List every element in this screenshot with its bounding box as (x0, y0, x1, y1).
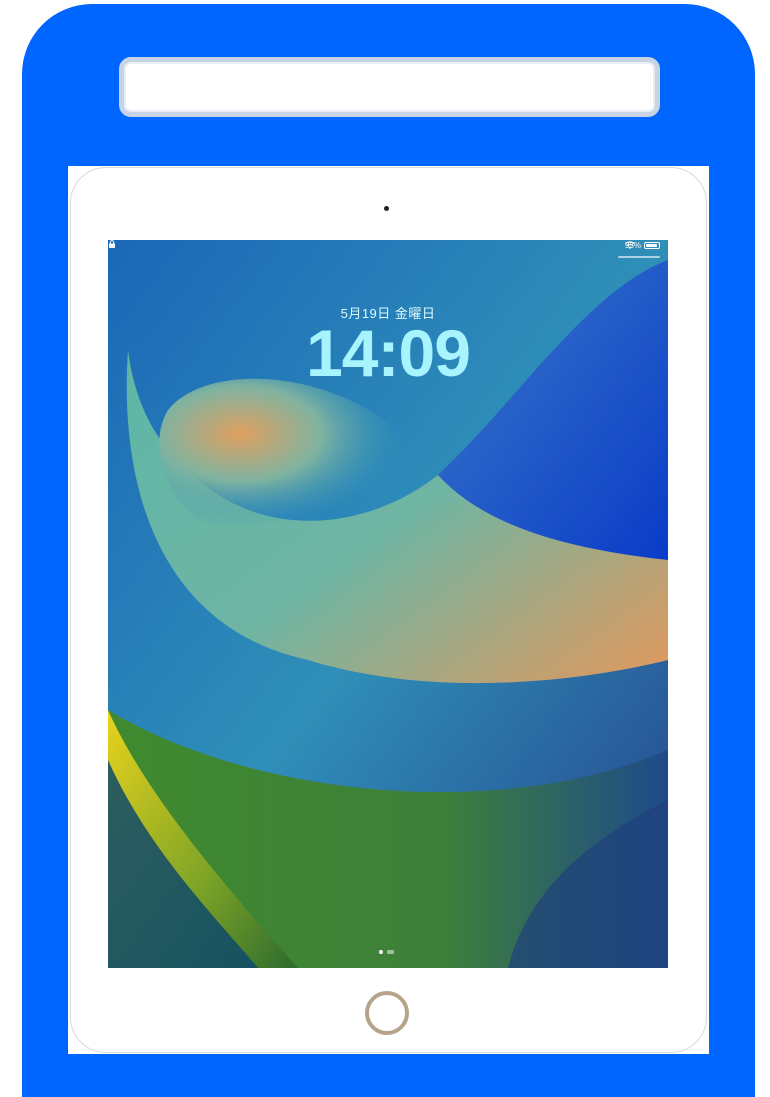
status-bar: 93% (108, 240, 668, 254)
camera-page-icon (387, 950, 394, 954)
wifi-icon (625, 241, 635, 249)
home-button[interactable] (365, 991, 409, 1035)
lock-time: 14:09 (306, 316, 471, 390)
battery-icon (644, 242, 660, 249)
page-dot (379, 950, 383, 954)
lock-icon (109, 240, 115, 248)
control-center-indicator[interactable] (618, 256, 660, 258)
battery-level-fill (646, 244, 657, 247)
device-case-bottom (22, 1060, 755, 1097)
front-camera-icon (384, 206, 389, 211)
status-right: 93% (625, 241, 660, 250)
page-indicator[interactable] (379, 950, 394, 954)
lock-screen[interactable]: 93% 5月19日 金曜日 14:09 (108, 240, 668, 968)
name-label-slot (119, 57, 660, 117)
